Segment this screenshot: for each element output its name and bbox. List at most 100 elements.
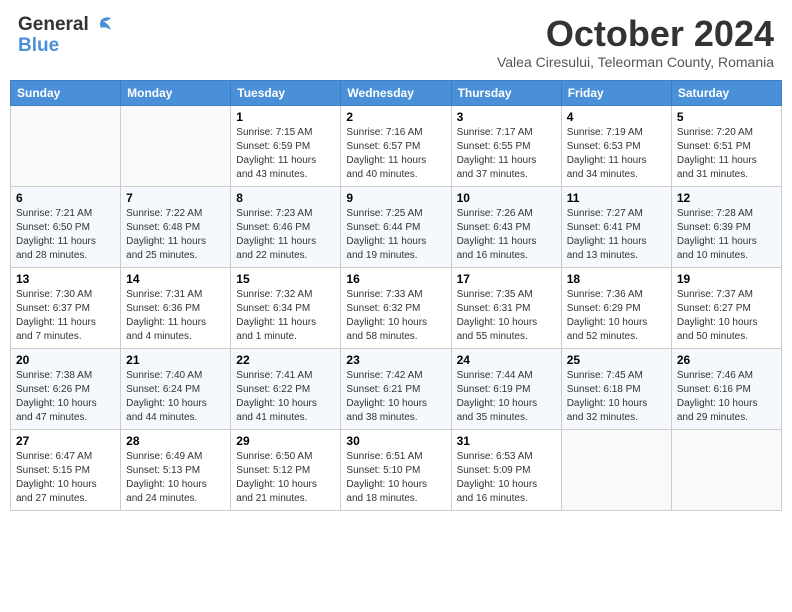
calendar-cell: 13 Sunrise: 7:30 AMSunset: 6:37 PMDayligh… xyxy=(11,267,121,348)
day-info: Sunrise: 7:36 AMSunset: 6:29 PMDaylight:… xyxy=(567,288,666,344)
day-number: 29 xyxy=(236,434,335,448)
day-number: 11 xyxy=(567,191,666,205)
calendar-cell: 24 Sunrise: 7:44 AMSunset: 6:19 PMDayligh… xyxy=(451,348,561,429)
day-info: Sunrise: 6:47 AMSunset: 5:15 PMDaylight:… xyxy=(16,450,115,506)
weekday-header-row: SundayMondayTuesdayWednesdayThursdayFrid… xyxy=(11,80,782,105)
calendar-cell: 4Sunrise: 7:19 AMSunset: 6:53 PMDaylight… xyxy=(561,105,671,186)
title-block: October 2024 Valea Ciresului, Teleorman … xyxy=(497,14,774,70)
day-info: Sunrise: 7:26 AMSunset: 6:43 PMDaylight:… xyxy=(457,207,556,263)
calendar-cell: 8 Sunrise: 7:23 AMSunset: 6:46 PMDaylight… xyxy=(231,186,341,267)
logo-general: General xyxy=(18,14,89,36)
calendar-cell xyxy=(671,429,781,510)
calendar-cell: 29 Sunrise: 6:50 AMSunset: 5:12 PMDayligh… xyxy=(231,429,341,510)
day-number: 25 xyxy=(567,353,666,367)
calendar-cell: 7 Sunrise: 7:22 AMSunset: 6:48 PMDaylight… xyxy=(121,186,231,267)
day-info: Sunrise: 7:30 AMSunset: 6:37 PMDaylight:… xyxy=(16,288,115,344)
day-info: Sunrise: 7:28 AMSunset: 6:39 PMDaylight:… xyxy=(677,207,776,263)
day-number: 6 xyxy=(16,191,115,205)
day-info: Sunrise: 7:44 AMSunset: 6:19 PMDaylight:… xyxy=(457,369,556,425)
calendar-cell xyxy=(561,429,671,510)
weekday-header-cell: Thursday xyxy=(451,80,561,105)
day-info: Sunrise: 7:27 AMSunset: 6:41 PMDaylight:… xyxy=(567,207,666,263)
calendar-week-row: 13 Sunrise: 7:30 AMSunset: 6:37 PMDayligh… xyxy=(11,267,782,348)
calendar-cell: 15 Sunrise: 7:32 AMSunset: 6:34 PMDayligh… xyxy=(231,267,341,348)
logo-blue: Blue xyxy=(18,36,113,55)
day-info: Sunrise: 7:22 AMSunset: 6:48 PMDaylight:… xyxy=(126,207,225,263)
page-header: General Blue October 2024 Valea Ciresulu… xyxy=(10,10,782,74)
day-number: 8 xyxy=(236,191,335,205)
day-number: 28 xyxy=(126,434,225,448)
day-number: 17 xyxy=(457,272,556,286)
day-number: 10 xyxy=(457,191,556,205)
day-info: Sunrise: 7:17 AMSunset: 6:55 PMDaylight:… xyxy=(457,126,556,182)
day-info: Sunrise: 7:41 AMSunset: 6:22 PMDaylight:… xyxy=(236,369,335,425)
day-info: Sunrise: 7:35 AMSunset: 6:31 PMDaylight:… xyxy=(457,288,556,344)
calendar-cell: 16 Sunrise: 7:33 AMSunset: 6:32 PMDayligh… xyxy=(341,267,451,348)
month-title: October 2024 xyxy=(497,14,774,54)
day-info: Sunrise: 6:50 AMSunset: 5:12 PMDaylight:… xyxy=(236,450,335,506)
weekday-header-cell: Monday xyxy=(121,80,231,105)
day-number: 19 xyxy=(677,272,776,286)
calendar-cell: 25 Sunrise: 7:45 AMSunset: 6:18 PMDayligh… xyxy=(561,348,671,429)
calendar-cell: 14Sunrise: 7:31 AMSunset: 6:36 PMDayligh… xyxy=(121,267,231,348)
calendar-cell: 19 Sunrise: 7:37 AMSunset: 6:27 PMDayligh… xyxy=(671,267,781,348)
day-info: Sunrise: 7:37 AMSunset: 6:27 PMDaylight:… xyxy=(677,288,776,344)
day-info: Sunrise: 6:53 AMSunset: 5:09 PMDaylight:… xyxy=(457,450,556,506)
day-number: 15 xyxy=(236,272,335,286)
day-number: 30 xyxy=(346,434,445,448)
calendar-cell: 22 Sunrise: 7:41 AMSunset: 6:22 PMDayligh… xyxy=(231,348,341,429)
calendar-cell: 17 Sunrise: 7:35 AMSunset: 6:31 PMDayligh… xyxy=(451,267,561,348)
calendar-week-row: 27 Sunrise: 6:47 AMSunset: 5:15 PMDayligh… xyxy=(11,429,782,510)
calendar-cell: 30 Sunrise: 6:51 AMSunset: 5:10 PMDayligh… xyxy=(341,429,451,510)
day-info: Sunrise: 7:32 AMSunset: 6:34 PMDaylight:… xyxy=(236,288,335,344)
day-info: Sunrise: 7:33 AMSunset: 6:32 PMDaylight:… xyxy=(346,288,445,344)
day-info: Sunrise: 7:16 AMSunset: 6:57 PMDaylight:… xyxy=(346,126,445,182)
day-number: 24 xyxy=(457,353,556,367)
day-number: 9 xyxy=(346,191,445,205)
calendar-cell: 12 Sunrise: 7:28 AMSunset: 6:39 PMDayligh… xyxy=(671,186,781,267)
calendar-cell: 20Sunrise: 7:38 AMSunset: 6:26 PMDayligh… xyxy=(11,348,121,429)
calendar-cell: 10 Sunrise: 7:26 AMSunset: 6:43 PMDayligh… xyxy=(451,186,561,267)
calendar-cell: 26 Sunrise: 7:46 AMSunset: 6:16 PMDayligh… xyxy=(671,348,781,429)
day-info: Sunrise: 7:42 AMSunset: 6:21 PMDaylight:… xyxy=(346,369,445,425)
day-number: 21 xyxy=(126,353,225,367)
day-info: Sunrise: 7:45 AMSunset: 6:18 PMDaylight:… xyxy=(567,369,666,425)
day-number: 12 xyxy=(677,191,776,205)
weekday-header-cell: Saturday xyxy=(671,80,781,105)
calendar-cell: 11 Sunrise: 7:27 AMSunset: 6:41 PMDayligh… xyxy=(561,186,671,267)
day-info: Sunrise: 7:21 AMSunset: 6:50 PMDaylight:… xyxy=(16,207,115,263)
day-info: Sunrise: 7:31 AMSunset: 6:36 PMDaylight:… xyxy=(126,288,225,344)
calendar-cell: 31 Sunrise: 6:53 AMSunset: 5:09 PMDayligh… xyxy=(451,429,561,510)
day-number: 4 xyxy=(567,110,666,124)
calendar-cell: 9 Sunrise: 7:25 AMSunset: 6:44 PMDaylight… xyxy=(341,186,451,267)
calendar-cell: 28Sunrise: 6:49 AMSunset: 5:13 PMDayligh… xyxy=(121,429,231,510)
day-number: 23 xyxy=(346,353,445,367)
weekday-header-cell: Sunday xyxy=(11,80,121,105)
day-number: 18 xyxy=(567,272,666,286)
day-number: 3 xyxy=(457,110,556,124)
calendar-cell: 5Sunrise: 7:20 AMSunset: 6:51 PMDaylight… xyxy=(671,105,781,186)
calendar-table: SundayMondayTuesdayWednesdayThursdayFrid… xyxy=(10,80,782,511)
day-number: 27 xyxy=(16,434,115,448)
day-info: Sunrise: 7:23 AMSunset: 6:46 PMDaylight:… xyxy=(236,207,335,263)
calendar-body: 1Sunrise: 7:15 AMSunset: 6:59 PMDaylight… xyxy=(11,105,782,510)
calendar-cell: 27 Sunrise: 6:47 AMSunset: 5:15 PMDayligh… xyxy=(11,429,121,510)
day-info: Sunrise: 7:38 AMSunset: 6:26 PMDaylight:… xyxy=(16,369,115,425)
calendar-cell: 23 Sunrise: 7:42 AMSunset: 6:21 PMDayligh… xyxy=(341,348,451,429)
calendar-cell: 1Sunrise: 7:15 AMSunset: 6:59 PMDaylight… xyxy=(231,105,341,186)
calendar-cell: 3 Sunrise: 7:17 AMSunset: 6:55 PMDaylight… xyxy=(451,105,561,186)
day-info: Sunrise: 6:51 AMSunset: 5:10 PMDaylight:… xyxy=(346,450,445,506)
day-info: Sunrise: 7:40 AMSunset: 6:24 PMDaylight:… xyxy=(126,369,225,425)
day-info: Sunrise: 7:25 AMSunset: 6:44 PMDaylight:… xyxy=(346,207,445,263)
logo-bird-icon xyxy=(91,16,113,34)
day-number: 16 xyxy=(346,272,445,286)
weekday-header-cell: Friday xyxy=(561,80,671,105)
day-number: 13 xyxy=(16,272,115,286)
day-info: Sunrise: 7:15 AMSunset: 6:59 PMDaylight:… xyxy=(236,126,335,182)
calendar-cell xyxy=(11,105,121,186)
day-number: 31 xyxy=(457,434,556,448)
day-number: 7 xyxy=(126,191,225,205)
day-number: 26 xyxy=(677,353,776,367)
day-number: 22 xyxy=(236,353,335,367)
day-info: Sunrise: 7:46 AMSunset: 6:16 PMDaylight:… xyxy=(677,369,776,425)
